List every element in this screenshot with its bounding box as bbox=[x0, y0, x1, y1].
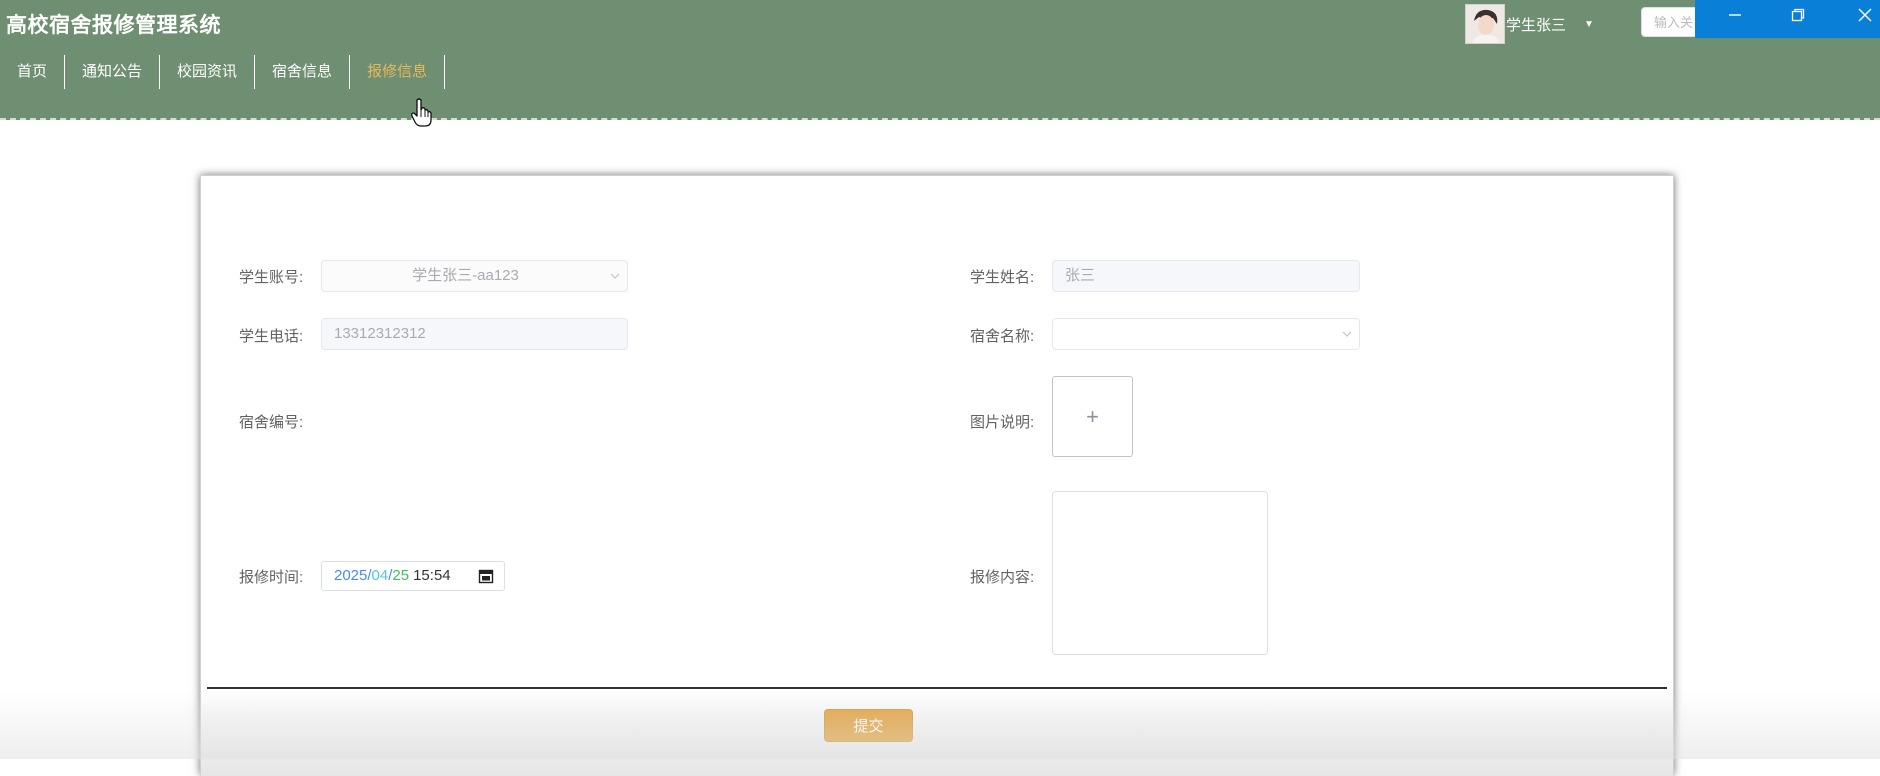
dorm-name-select[interactable] bbox=[1052, 318, 1360, 350]
nav-item-repair-info[interactable]: 报修信息 bbox=[350, 55, 446, 89]
nav-item-notices[interactable]: 通知公告 bbox=[65, 55, 161, 89]
student-account-select[interactable]: 学生张三-aa123 bbox=[321, 260, 628, 292]
username: 学生张三 bbox=[1506, 16, 1567, 34]
student-phone-label: 学生电话: bbox=[239, 328, 304, 345]
dorm-number-label: 宿舍编号: bbox=[239, 414, 304, 431]
hand-cursor-icon bbox=[411, 98, 432, 127]
student-name-label: 学生姓名: bbox=[970, 269, 1035, 286]
avatar bbox=[1465, 4, 1505, 44]
repair-clock: 15:54 bbox=[413, 567, 451, 584]
nav-item-dorm-info[interactable]: 宿舍信息 bbox=[255, 55, 351, 89]
submit-button[interactable]: 提交 bbox=[824, 709, 913, 742]
student-phone-field[interactable]: 13312312312 bbox=[321, 318, 628, 350]
close-icon[interactable] bbox=[1845, 0, 1880, 30]
chevron-down-icon bbox=[610, 273, 620, 279]
chevron-down-icon bbox=[1342, 331, 1352, 337]
app-title: 高校宿舍报修管理系统 bbox=[6, 14, 221, 37]
main-nav: 首页 通知公告 校园资讯 宿舍信息 报修信息 bbox=[0, 55, 446, 89]
nav-item-campus-news[interactable]: 校园资讯 bbox=[160, 55, 256, 89]
calendar-icon[interactable] bbox=[478, 568, 494, 584]
dorm-name-label: 宿舍名称: bbox=[970, 328, 1035, 345]
repair-year: 2025 bbox=[334, 567, 368, 584]
form-divider bbox=[207, 687, 1667, 689]
window-controls bbox=[1695, 0, 1880, 38]
repair-month: 04 bbox=[371, 567, 389, 584]
repair-content-textarea[interactable] bbox=[1052, 491, 1268, 655]
avatar-portrait-icon bbox=[1466, 5, 1504, 43]
student-account-label: 学生账号: bbox=[239, 269, 304, 286]
repair-day: 25 bbox=[392, 567, 410, 584]
student-name-field[interactable]: 张三 bbox=[1052, 260, 1360, 292]
repair-time-input[interactable]: 2025/04/25 15:54 bbox=[321, 561, 505, 591]
repair-time-label: 报修时间: bbox=[239, 569, 304, 586]
image-upload-button[interactable]: + bbox=[1052, 376, 1133, 457]
nav-item-home[interactable]: 首页 bbox=[0, 55, 66, 89]
restore-icon[interactable] bbox=[1778, 0, 1818, 30]
form-footer bbox=[201, 690, 1673, 776]
user-menu[interactable]: 学生张三 ▼ bbox=[1465, 4, 1594, 44]
image-desc-label: 图片说明: bbox=[970, 414, 1035, 431]
caret-down-icon: ▼ bbox=[1584, 18, 1594, 30]
repair-content-label: 报修内容: bbox=[970, 569, 1035, 586]
top-header: 高校宿舍报修管理系统 首页 通知公告 校园资讯 宿舍信息 报修信息 学生张三 ▼ bbox=[0, 0, 1880, 127]
minimize-icon[interactable] bbox=[1715, 0, 1755, 30]
repair-form-card: 学生账号: 学生张三-aa123 学生姓名: 张三 学生电话: 13312312… bbox=[200, 175, 1674, 776]
plus-icon: + bbox=[1086, 403, 1099, 429]
student-account-value: 学生张三-aa123 bbox=[412, 267, 519, 284]
